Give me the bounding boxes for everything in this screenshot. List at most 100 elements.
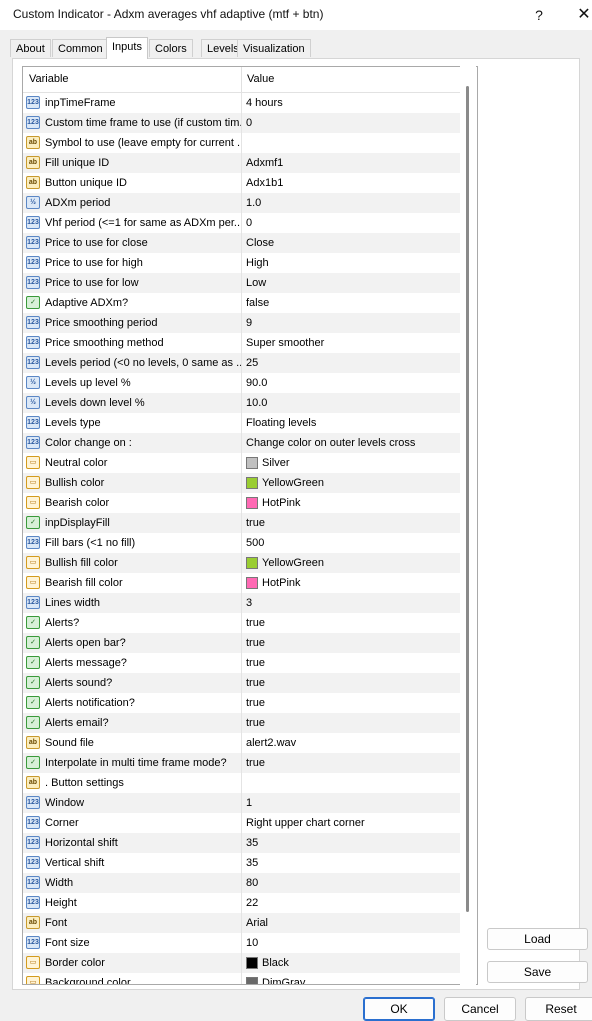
value-cell[interactable]: YellowGreen bbox=[242, 473, 461, 493]
table-row[interactable]: ab Font Arial bbox=[23, 913, 461, 933]
variable-cell[interactable]: ▭ Bearish color bbox=[23, 493, 242, 513]
value-cell[interactable]: 22 bbox=[242, 893, 461, 913]
value-cell[interactable]: Super smoother bbox=[242, 333, 461, 353]
value-cell[interactable]: HotPink bbox=[242, 573, 461, 593]
variable-cell[interactable]: ✓ Alerts sound? bbox=[23, 673, 242, 693]
variable-cell[interactable]: ✓ Alerts message? bbox=[23, 653, 242, 673]
table-row[interactable]: ✓ Alerts open bar? true bbox=[23, 633, 461, 653]
value-cell[interactable]: 500 bbox=[242, 533, 461, 553]
value-cell[interactable]: Adxmf1 bbox=[242, 153, 461, 173]
variable-cell[interactable]: ✓ Alerts notification? bbox=[23, 693, 242, 713]
table-row[interactable]: ✓ Adaptive ADXm? false bbox=[23, 293, 461, 313]
value-cell[interactable]: 25 bbox=[242, 353, 461, 373]
table-row[interactable]: 123 Width 80 bbox=[23, 873, 461, 893]
close-icon[interactable]: ✕ bbox=[570, 4, 592, 26]
cancel-button[interactable]: Cancel bbox=[444, 997, 516, 1021]
ok-button[interactable]: OK bbox=[363, 997, 435, 1021]
variable-cell[interactable]: ▭ Neutral color bbox=[23, 453, 242, 473]
variable-cell[interactable]: 123 Levels period (<0 no levels, 0 same a… bbox=[23, 353, 242, 373]
table-row[interactable]: 123 inpTimeFrame 4 hours bbox=[23, 93, 461, 113]
value-cell[interactable]: 35 bbox=[242, 853, 461, 873]
variable-cell[interactable]: 123 Window bbox=[23, 793, 242, 813]
tab-visualization[interactable]: Visualization bbox=[237, 39, 311, 57]
table-row[interactable]: ▭ Bullish color YellowGreen bbox=[23, 473, 461, 493]
table-row[interactable]: ✓ Interpolate in multi time frame mode? tr… bbox=[23, 753, 461, 773]
table-row[interactable]: ▭ Bearish color HotPink bbox=[23, 493, 461, 513]
variable-cell[interactable]: 123 Price to use for close bbox=[23, 233, 242, 253]
reset-button[interactable]: Reset bbox=[525, 997, 592, 1021]
table-row[interactable]: 123 Font size 10 bbox=[23, 933, 461, 953]
variable-cell[interactable]: ab Fill unique ID bbox=[23, 153, 242, 173]
table-row[interactable]: ab Button unique ID Adx1b1 bbox=[23, 173, 461, 193]
variable-cell[interactable]: ab Button unique ID bbox=[23, 173, 242, 193]
value-cell[interactable]: YellowGreen bbox=[242, 553, 461, 573]
value-cell[interactable]: alert2.wav bbox=[242, 733, 461, 753]
table-row[interactable]: 123 Price smoothing period 9 bbox=[23, 313, 461, 333]
scrollbar-thumb[interactable] bbox=[466, 86, 469, 912]
variable-cell[interactable]: 123 Fill bars (<1 no fill) bbox=[23, 533, 242, 553]
header-value[interactable]: Value bbox=[247, 73, 274, 85]
table-row[interactable]: 123 Lines width 3 bbox=[23, 593, 461, 613]
value-cell[interactable]: Floating levels bbox=[242, 413, 461, 433]
variable-cell[interactable]: ½ Levels down level % bbox=[23, 393, 242, 413]
variable-cell[interactable]: ✓ Alerts open bar? bbox=[23, 633, 242, 653]
table-row[interactable]: ✓ Alerts sound? true bbox=[23, 673, 461, 693]
table-row[interactable]: 123 Custom time frame to use (if custom t… bbox=[23, 113, 461, 133]
table-row[interactable]: ▭ Neutral color Silver bbox=[23, 453, 461, 473]
table-row[interactable]: ▭ Bearish fill color HotPink bbox=[23, 573, 461, 593]
variable-cell[interactable]: ▭ Border color bbox=[23, 953, 242, 973]
tab-about[interactable]: About bbox=[10, 39, 51, 57]
variable-cell[interactable]: ✓ Alerts email? bbox=[23, 713, 242, 733]
value-cell[interactable]: true bbox=[242, 633, 461, 653]
help-icon[interactable]: ? bbox=[525, 4, 553, 26]
table-row[interactable]: ▭ Bullish fill color YellowGreen bbox=[23, 553, 461, 573]
value-cell[interactable]: 1 bbox=[242, 793, 461, 813]
table-row[interactable]: 123 Price to use for close Close bbox=[23, 233, 461, 253]
value-cell[interactable]: Arial bbox=[242, 913, 461, 933]
value-cell[interactable]: true bbox=[242, 713, 461, 733]
variable-cell[interactable]: 123 Horizontal shift bbox=[23, 833, 242, 853]
table-row[interactable]: 123 Vertical shift 35 bbox=[23, 853, 461, 873]
value-cell[interactable]: HotPink bbox=[242, 493, 461, 513]
value-cell[interactable] bbox=[242, 133, 461, 153]
variable-cell[interactable]: 123 Vhf period (<=1 for same as ADXm per.… bbox=[23, 213, 242, 233]
value-cell[interactable]: Close bbox=[242, 233, 461, 253]
value-cell[interactable]: true bbox=[242, 613, 461, 633]
variable-cell[interactable]: 123 Corner bbox=[23, 813, 242, 833]
table-row[interactable]: 123 Horizontal shift 35 bbox=[23, 833, 461, 853]
variable-cell[interactable]: ▭ Bearish fill color bbox=[23, 573, 242, 593]
table-row[interactable]: ½ ADXm period 1.0 bbox=[23, 193, 461, 213]
value-cell[interactable]: true bbox=[242, 753, 461, 773]
table-row[interactable]: ab Symbol to use (leave empty for current… bbox=[23, 133, 461, 153]
variable-cell[interactable]: ab Sound file bbox=[23, 733, 242, 753]
variable-cell[interactable]: 123 Price to use for low bbox=[23, 273, 242, 293]
variable-cell[interactable]: 123 Font size bbox=[23, 933, 242, 953]
table-row[interactable]: 123 Corner Right upper chart corner bbox=[23, 813, 461, 833]
table-row[interactable]: 123 Height 22 bbox=[23, 893, 461, 913]
value-cell[interactable]: 0 bbox=[242, 113, 461, 133]
variable-cell[interactable]: 123 Width bbox=[23, 873, 242, 893]
table-row[interactable]: 123 Fill bars (<1 no fill) 500 bbox=[23, 533, 461, 553]
table-row[interactable]: ✓ Alerts email? true bbox=[23, 713, 461, 733]
table-row[interactable]: 123 Levels period (<0 no levels, 0 same a… bbox=[23, 353, 461, 373]
variable-cell[interactable]: ✓ Adaptive ADXm? bbox=[23, 293, 242, 313]
value-cell[interactable]: 3 bbox=[242, 593, 461, 613]
tab-colors[interactable]: Colors bbox=[149, 39, 193, 57]
variable-cell[interactable]: 123 Color change on : bbox=[23, 433, 242, 453]
value-cell[interactable]: true bbox=[242, 693, 461, 713]
value-cell[interactable]: 35 bbox=[242, 833, 461, 853]
variable-cell[interactable]: 123 Price smoothing period bbox=[23, 313, 242, 333]
variable-cell[interactable]: ½ Levels up level % bbox=[23, 373, 242, 393]
variable-cell[interactable]: 123 Custom time frame to use (if custom t… bbox=[23, 113, 242, 133]
variable-cell[interactable]: ▭ Bullish color bbox=[23, 473, 242, 493]
variable-cell[interactable]: ab Symbol to use (leave empty for current… bbox=[23, 133, 242, 153]
variable-cell[interactable]: ✓ Interpolate in multi time frame mode? bbox=[23, 753, 242, 773]
value-cell[interactable]: High bbox=[242, 253, 461, 273]
value-cell[interactable]: 4 hours bbox=[242, 93, 461, 113]
table-row[interactable]: 123 Price to use for high High bbox=[23, 253, 461, 273]
variable-cell[interactable]: 123 Height bbox=[23, 893, 242, 913]
table-row[interactable]: ✓ Alerts message? true bbox=[23, 653, 461, 673]
value-cell[interactable]: 10 bbox=[242, 933, 461, 953]
variable-cell[interactable]: ✓ Alerts? bbox=[23, 613, 242, 633]
table-row[interactable]: ▭ Border color Black bbox=[23, 953, 461, 973]
